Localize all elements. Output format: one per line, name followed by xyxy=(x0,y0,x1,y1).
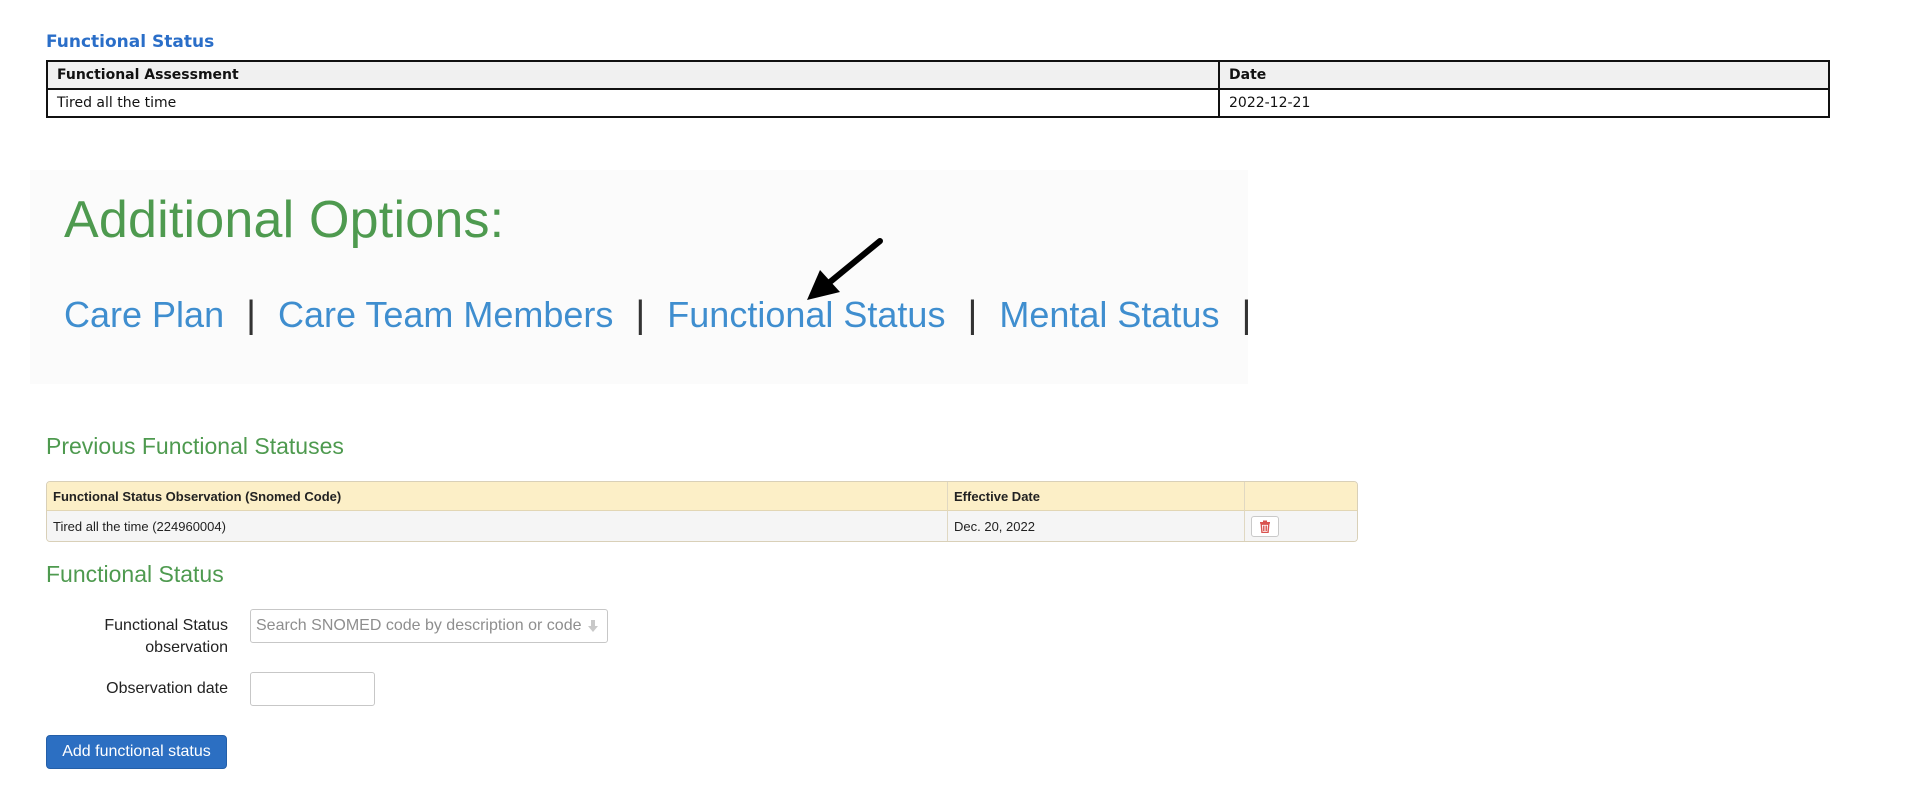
header-observation: Functional Status Observation (Snomed Co… xyxy=(47,482,947,511)
observation-label: Functional Status observation xyxy=(60,615,228,659)
delete-button[interactable] xyxy=(1251,515,1279,537)
functional-status-form-heading: Functional Status xyxy=(46,561,224,587)
header-actions xyxy=(1244,482,1357,511)
previous-functional-statuses-heading: Previous Functional Statuses xyxy=(46,433,344,459)
cell-date: 2022-12-21 xyxy=(1218,88,1830,118)
previous-header-row: Functional Status Observation (Snomed Co… xyxy=(47,482,1357,511)
previous-functional-statuses-table: Functional Status Observation (Snomed Co… xyxy=(46,481,1358,542)
summary-header-row: Functional Assessment Date xyxy=(46,60,1830,90)
arrow-down-icon[interactable] xyxy=(586,619,600,633)
snomed-search-input[interactable] xyxy=(256,617,586,635)
header-date: Date xyxy=(1218,60,1830,90)
cell-actions xyxy=(1244,511,1357,541)
functional-status-summary-table: Functional Assessment Date Tired all the… xyxy=(46,60,1830,118)
functional-status-heading: Functional Status xyxy=(46,32,215,52)
observation-label-line1: Functional Status xyxy=(104,617,228,634)
table-row: Tired all the time (224960004) Dec. 20, … xyxy=(47,511,1357,541)
observation-date-label: Observation date xyxy=(106,680,228,697)
arrow-pointer-icon xyxy=(807,238,883,300)
cell-observation: Tired all the time (224960004) xyxy=(47,511,947,541)
observation-date-input[interactable] xyxy=(250,672,375,706)
add-functional-status-button[interactable]: Add functional status xyxy=(46,735,227,769)
table-row: Tired all the time 2022-12-21 xyxy=(46,88,1830,118)
cell-functional-assessment: Tired all the time xyxy=(46,88,1220,118)
header-effective-date: Effective Date xyxy=(947,482,1244,511)
additional-options-panel: Additional Options: Care Plan | Care Tea… xyxy=(30,170,1251,384)
trash-icon xyxy=(1260,520,1270,533)
cell-effective-date: Dec. 20, 2022 xyxy=(947,511,1244,541)
observation-label-line2: observation xyxy=(145,639,228,656)
header-functional-assessment: Functional Assessment xyxy=(46,60,1220,90)
snomed-search-select[interactable] xyxy=(250,609,608,643)
